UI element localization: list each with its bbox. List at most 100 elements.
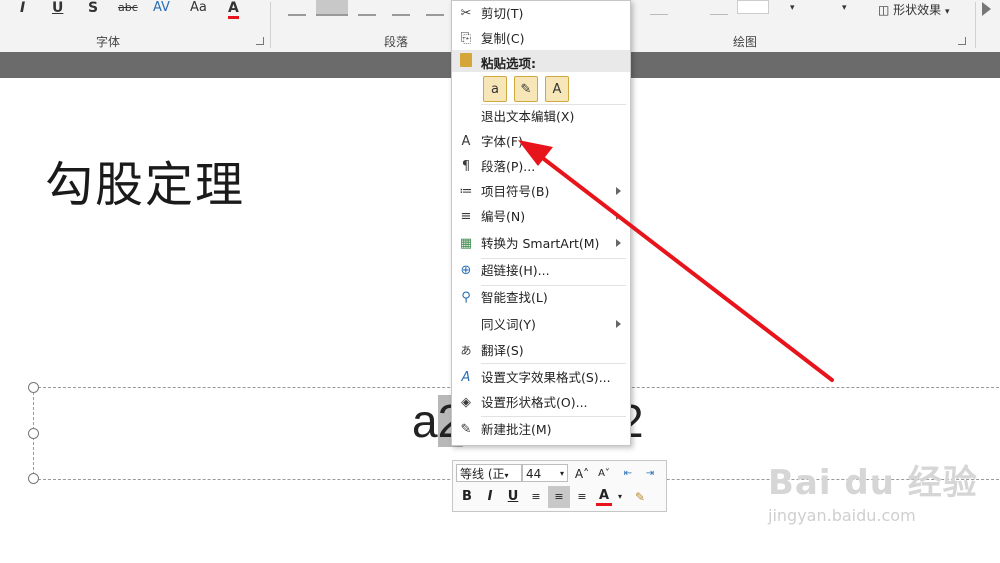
resize-handle-bottom-left[interactable] bbox=[28, 473, 39, 484]
chevron-down-icon: ▾ bbox=[559, 469, 564, 478]
shape-effects-button[interactable]: ◫ 形状效果 ▾ bbox=[878, 2, 950, 18]
shape-effects-icon: ◫ bbox=[878, 3, 890, 17]
font-dialog-launcher-icon[interactable] bbox=[256, 37, 264, 45]
globe-link-icon: ⊕ bbox=[460, 263, 472, 278]
menu-item-format-shape[interactable]: ◈ 设置形状格式(O)... bbox=[452, 392, 630, 414]
menu-item-label: 复制(C) bbox=[481, 31, 525, 46]
columns-button[interactable] bbox=[426, 0, 444, 16]
menu-item-label: 编号(N) bbox=[481, 209, 526, 224]
formula-left: a bbox=[412, 395, 438, 447]
text-effects-icon: A bbox=[461, 370, 471, 385]
underline-button[interactable]: U bbox=[504, 488, 522, 506]
align-right-button[interactable] bbox=[358, 0, 376, 16]
chevron-down-icon: ▾ bbox=[504, 471, 509, 480]
paste-keep-source-icon[interactable]: a bbox=[483, 76, 507, 102]
shadow-text-button[interactable]: S bbox=[88, 0, 98, 16]
align-right-icon[interactable]: ≡ bbox=[573, 488, 591, 506]
ribbon-separator bbox=[975, 2, 976, 48]
menu-item-paragraph[interactable]: ¶ 段落(P)... bbox=[452, 156, 630, 178]
numbering-icon: ≡ bbox=[460, 209, 472, 224]
menu-item-label: 智能查找(L) bbox=[481, 290, 548, 305]
strikethrough-button[interactable]: abc bbox=[118, 0, 138, 16]
resize-handle-middle-left[interactable] bbox=[28, 428, 39, 439]
align-left-icon[interactable]: ≡ bbox=[527, 488, 545, 506]
menu-divider bbox=[481, 363, 626, 364]
context-menu: ✂ 剪切(T) ⎘ 复制(C) 粘贴选项: a ✎ A 退出文本编辑(X) A … bbox=[451, 0, 631, 446]
menu-item-new-comment[interactable]: ✎ 新建批注(M) bbox=[452, 419, 630, 441]
menu-item-translate[interactable]: あ 翻译(S) bbox=[452, 340, 630, 362]
justify-button[interactable] bbox=[392, 0, 410, 16]
watermark-brand: Bai du 经验 bbox=[768, 463, 978, 503]
decrease-indent-icon[interactable]: ⇤ bbox=[619, 465, 637, 483]
bullets-icon: ≔ bbox=[459, 184, 473, 199]
menu-item-label: 项目符号(B) bbox=[481, 184, 550, 199]
paste-merge-format-icon[interactable]: ✎ bbox=[514, 76, 538, 102]
menu-item-hyperlink[interactable]: ⊕ 超链接(H)... bbox=[452, 260, 630, 282]
menu-item-numbering[interactable]: ≡ 编号(N) bbox=[452, 206, 630, 228]
slide-title[interactable]: 勾股定理 bbox=[45, 145, 245, 215]
watermark-url: jingyan.baidu.com bbox=[768, 506, 916, 525]
scroll-right-icon[interactable] bbox=[982, 2, 991, 16]
font-size-value: 44 bbox=[526, 467, 542, 481]
baidu-watermark: Bai du 经验 jingyan.baidu.com bbox=[768, 455, 978, 525]
menu-divider bbox=[481, 416, 626, 417]
menu-item-smart-lookup[interactable]: ⚲ 智能查找(L) bbox=[452, 287, 630, 309]
menu-item-label: 同义词(Y) bbox=[481, 317, 536, 332]
shrink-font-icon[interactable]: A˅ bbox=[596, 465, 612, 483]
character-spacing-button[interactable]: AV bbox=[153, 0, 170, 16]
menu-item-format-text-effects[interactable]: A 设置文字效果格式(S)... bbox=[452, 367, 630, 389]
menu-item-exit-text-edit[interactable]: 退出文本编辑(X) bbox=[452, 106, 630, 128]
align-center-icon[interactable]: ≡ bbox=[548, 486, 570, 508]
resize-handle-top-left[interactable] bbox=[28, 382, 39, 393]
menu-header-label: 粘贴选项: bbox=[481, 56, 536, 71]
bold-button[interactable]: B bbox=[458, 488, 476, 506]
drawing-group-label: 绘图 bbox=[733, 35, 758, 49]
menu-item-convert-smartart[interactable]: ▦ 转换为 SmartArt(M) bbox=[452, 233, 630, 255]
shape-gallery-box[interactable] bbox=[737, 0, 769, 14]
format-painter-icon[interactable]: ✎ bbox=[631, 488, 649, 506]
menu-item-synonyms[interactable]: 同义词(Y) bbox=[452, 314, 630, 336]
align-left-button[interactable] bbox=[288, 0, 306, 16]
paragraph-group-label: 段落 bbox=[384, 35, 409, 49]
menu-item-bullets[interactable]: ≔ 项目符号(B) bbox=[452, 181, 630, 203]
font-icon: A bbox=[461, 134, 471, 149]
copy-icon: ⎘ bbox=[460, 31, 472, 46]
menu-divider bbox=[481, 258, 626, 259]
menu-item-label: 剪切(T) bbox=[481, 6, 524, 21]
font-color-button[interactable]: A bbox=[228, 0, 239, 19]
italic-button[interactable]: I bbox=[481, 488, 499, 506]
menu-item-label: 段落(P)... bbox=[481, 159, 536, 174]
search-icon: ⚲ bbox=[461, 290, 471, 305]
shape-diamond-button[interactable] bbox=[710, 0, 728, 15]
smartart-icon: ▦ bbox=[459, 236, 473, 251]
menu-item-label: 转换为 SmartArt(M) bbox=[481, 236, 600, 251]
quick-styles-dropdown-icon[interactable]: ▾ bbox=[842, 0, 847, 16]
menu-item-copy[interactable]: ⎘ 复制(C) bbox=[452, 28, 630, 50]
align-center-button[interactable] bbox=[316, 0, 348, 16]
paragraph-icon: ¶ bbox=[461, 159, 471, 174]
drawing-dialog-launcher-icon[interactable] bbox=[958, 37, 966, 45]
arrange-dropdown-icon[interactable]: ▾ bbox=[790, 0, 795, 16]
shape-effects-label: 形状效果 bbox=[893, 3, 942, 17]
font-size-dropdown[interactable]: 44 ▾ bbox=[522, 464, 568, 482]
chevron-down-icon[interactable]: ▾ bbox=[616, 488, 624, 506]
paste-options-header: 粘贴选项: bbox=[452, 50, 630, 72]
menu-item-cut[interactable]: ✂ 剪切(T) bbox=[452, 3, 630, 25]
scissors-icon: ✂ bbox=[460, 6, 472, 21]
menu-item-label: 超链接(H)... bbox=[481, 263, 550, 278]
font-group-label: 字体 bbox=[96, 35, 121, 49]
shape-arrow-button[interactable] bbox=[650, 0, 668, 15]
paste-text-only-icon[interactable]: A bbox=[545, 76, 569, 102]
underline-button[interactable]: U bbox=[52, 0, 63, 16]
italic-button[interactable]: I bbox=[20, 0, 25, 16]
font-name-dropdown[interactable]: 等线 (正▾ bbox=[456, 464, 522, 482]
change-case-button[interactable]: Aa bbox=[190, 0, 207, 16]
menu-item-font[interactable]: A 字体(F)... bbox=[452, 131, 630, 153]
menu-item-label: 翻译(S) bbox=[481, 343, 524, 358]
clipboard-icon bbox=[460, 53, 472, 67]
grow-font-icon[interactable]: A˄ bbox=[574, 465, 590, 483]
font-color-icon[interactable]: A bbox=[596, 487, 612, 506]
menu-item-label: 设置形状格式(O)... bbox=[481, 395, 588, 410]
submenu-arrow-icon bbox=[616, 320, 621, 328]
increase-indent-icon[interactable]: ⇥ bbox=[641, 465, 659, 483]
